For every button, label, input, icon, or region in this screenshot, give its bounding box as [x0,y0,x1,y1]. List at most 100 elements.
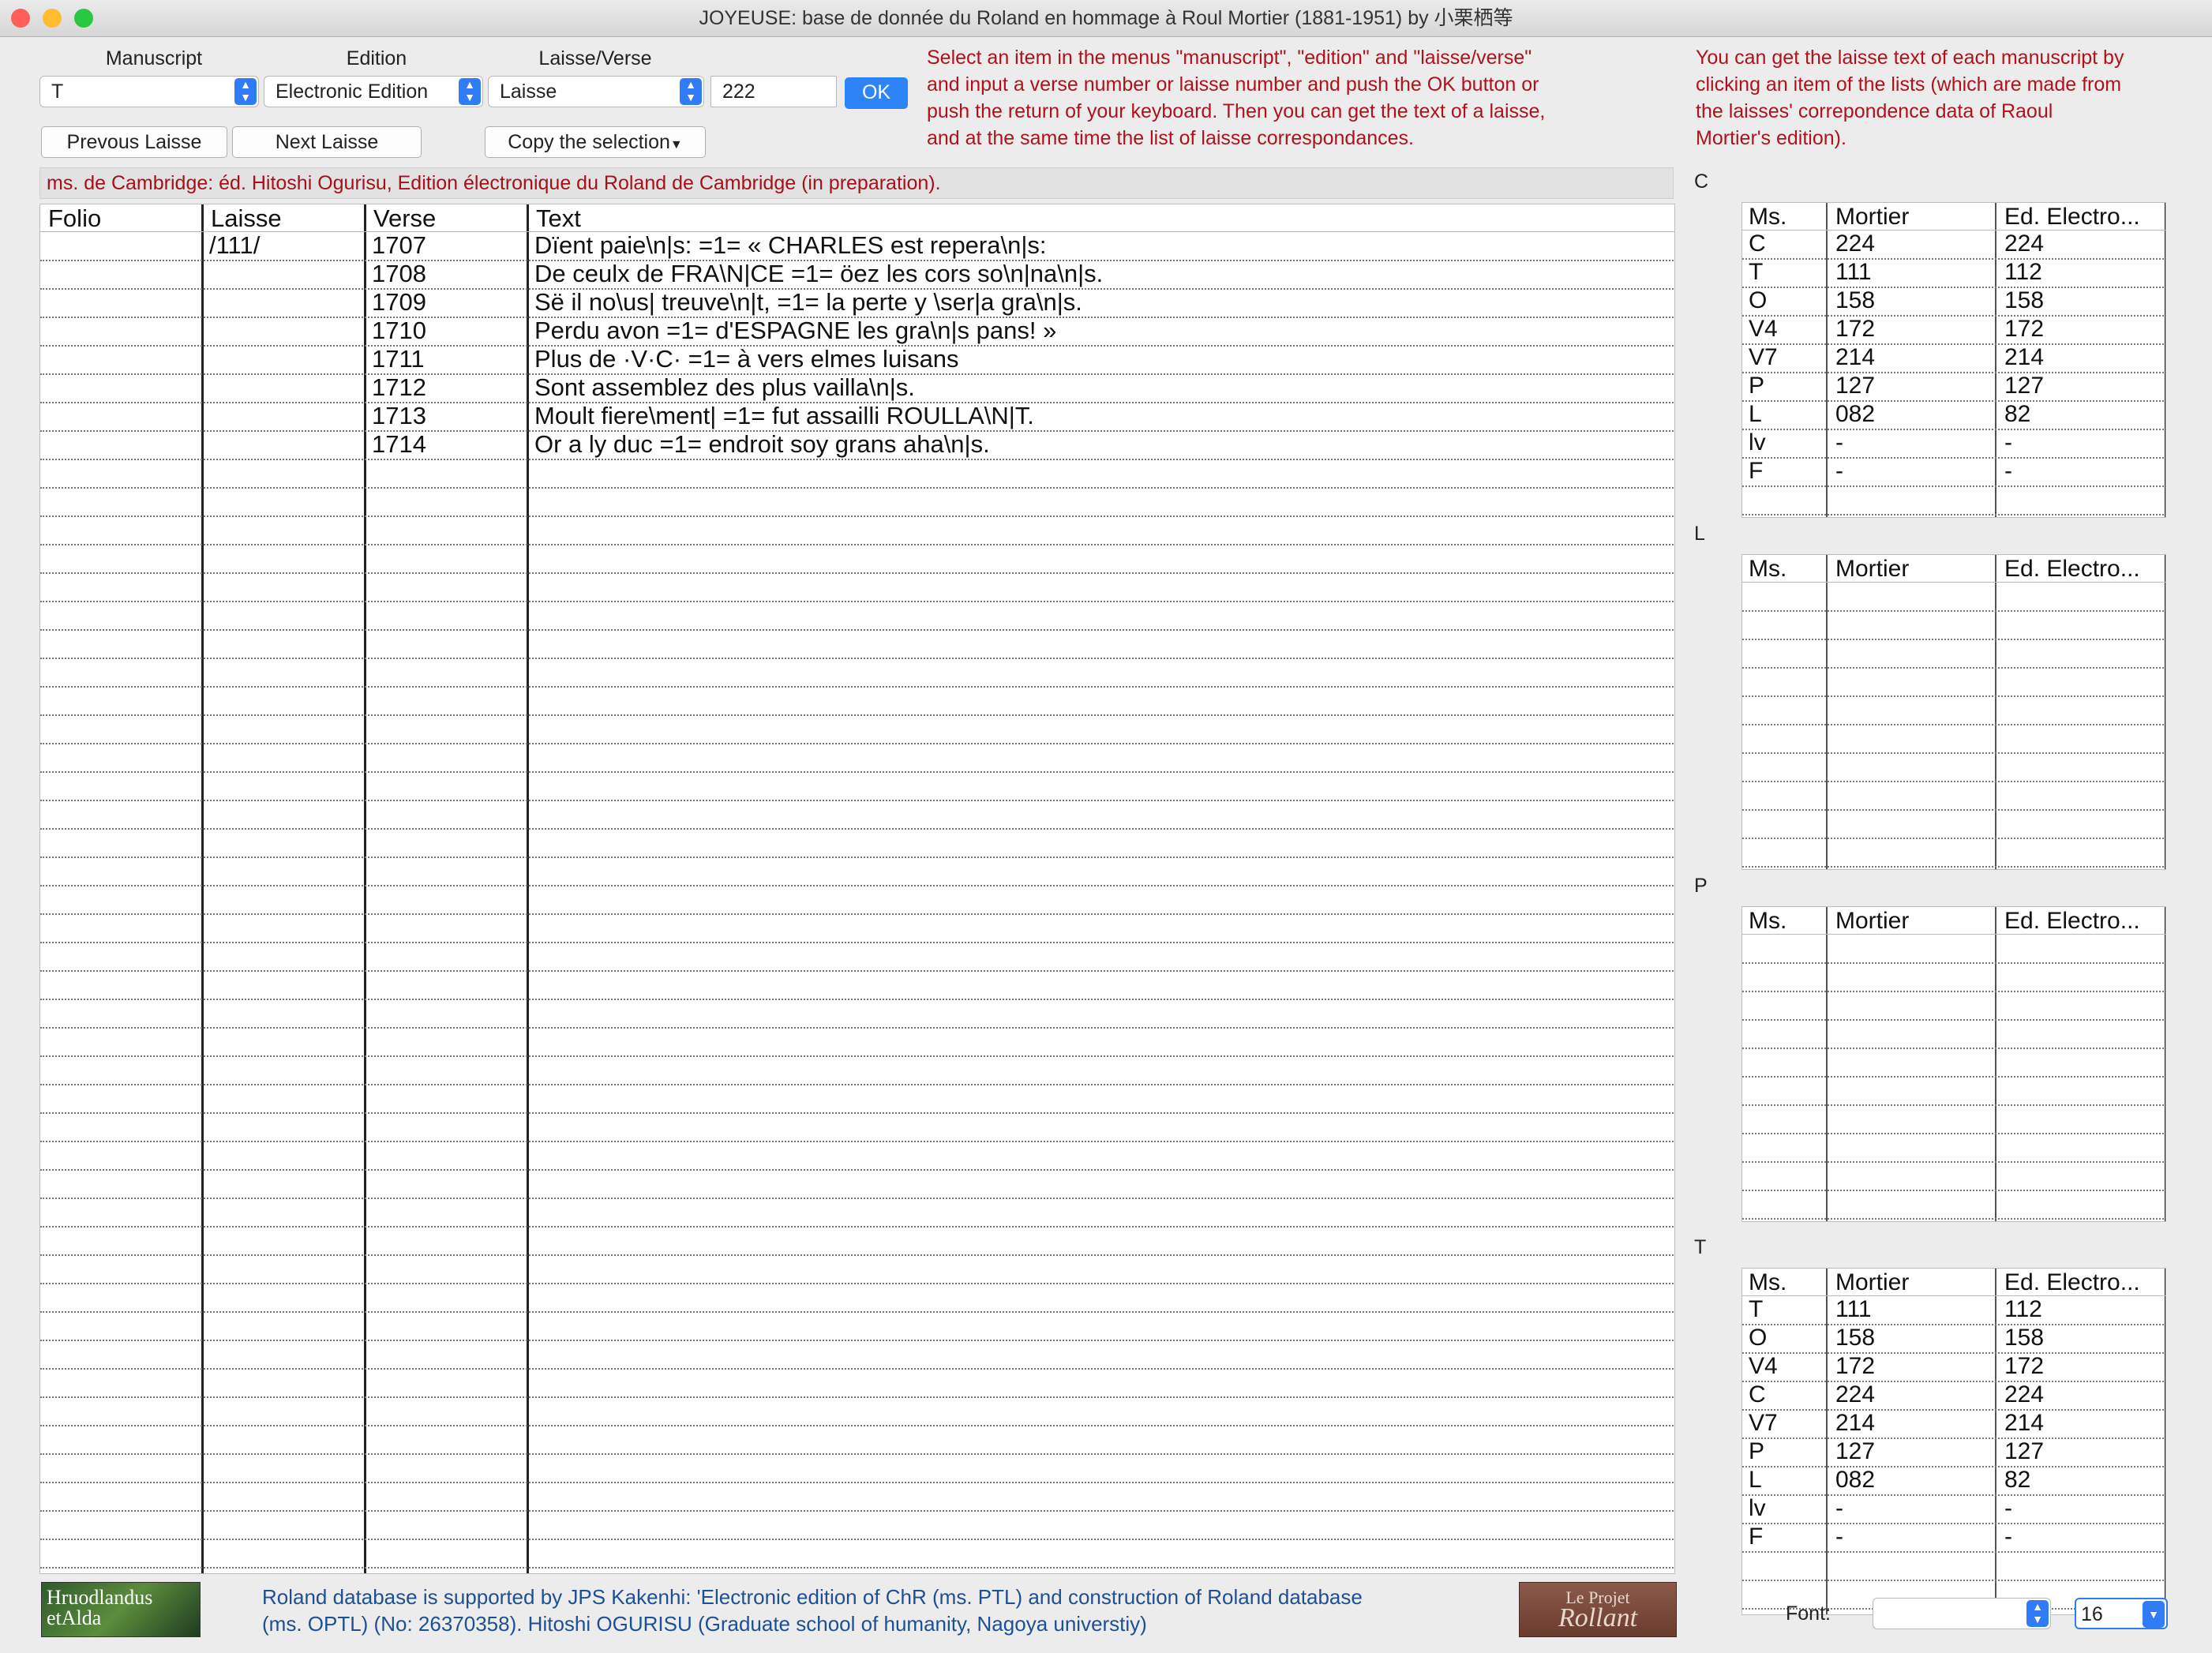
correspondence-table-c[interactable]: Ms. Mortier Ed. Electro... C 224 224 T 111 112 O 1… [1741,202,2166,518]
side-column-header[interactable]: Mortier [1835,555,1909,583]
side-column-header[interactable]: Ed. Electro... [2004,907,2140,935]
table-cell[interactable]: Së il no\us| treuve\n|t, =1= la perte y … [534,288,1671,317]
table-cell[interactable]: Moult fiere\ment| =1= fut assailli ROULL… [534,402,1671,430]
table-cell[interactable]: Perdu avon =1= d'ESPAGNE les gra\n|s pan… [534,317,1671,345]
correspondence-table-p[interactable]: Ms. Mortier Ed. Electro... [1741,906,2166,1222]
side-table-cell[interactable]: 172 [2004,1352,2162,1381]
side-table-cell[interactable]: 127 [1835,1437,1993,1466]
table-cell[interactable]: 1714 [372,430,522,459]
side-table-cell[interactable]: - [1835,457,1993,485]
side-table-cell[interactable]: 112 [2004,258,2162,287]
side-table-cell[interactable]: 214 [2004,343,2162,372]
table-cell[interactable]: Dïent paie\n|s: =1= « CHARLES est repera… [534,231,1671,260]
side-table-cell[interactable]: 224 [1835,230,1993,258]
chevron-down-icon: ▼ [2143,1601,2165,1628]
side-table-cell[interactable]: 111 [1835,258,1993,287]
column-header-verse[interactable]: Verse [373,204,436,233]
side-table-cell[interactable]: - [1835,429,1993,457]
row-rule [40,1169,1674,1171]
side-column-header[interactable]: Ed. Electro... [2004,203,2140,231]
side-column-header[interactable]: Mortier [1835,1269,1909,1297]
column-header-folio[interactable]: Folio [48,204,101,233]
logo-text: Hruodlandus [47,1586,153,1609]
side-table-cell[interactable]: 082 [1835,1466,1993,1494]
row-rule [1742,1161,2165,1163]
edition-select[interactable]: Electronic Edition ▲ ▼ [264,76,483,107]
table-cell[interactable]: Or a ly duc =1= endroit soy grans aha\n|… [534,430,1671,459]
manuscript-select[interactable]: T ▲ ▼ [39,76,259,107]
copy-selection-button[interactable]: Copy the selection▼ [485,126,706,158]
side-column-header[interactable]: Mortier [1835,203,1909,231]
laisse-text-table[interactable]: Folio Laisse Verse Text/111/1707 Dïent paie\… [39,204,1675,1574]
side-table-cell[interactable]: - [2004,1494,2162,1523]
correspondence-table-t[interactable]: Ms. Mortier Ed. Electro... T 111 112 O 158 158 V4… [1741,1268,2166,1615]
column-header-text[interactable]: Text [536,204,581,233]
side-column-header[interactable]: Ms. [1749,555,1786,583]
side-table-cell[interactable]: 172 [1835,1352,1993,1381]
side-table-cell[interactable]: 158 [1835,287,1993,315]
chevron-updown-icon: ▲ ▼ [459,78,481,105]
table-cell[interactable]: De ceulx de FRA\N|CE =1= öez les cors so… [534,260,1671,288]
row-rule [40,856,1674,858]
table-cell[interactable]: 1711 [372,345,522,373]
laisse-verse-select[interactable]: Laisse ▲ ▼ [488,76,704,107]
side-table-cell[interactable]: 158 [1835,1324,1993,1352]
side-table-cell[interactable]: 82 [2004,1466,2162,1494]
next-laisse-button[interactable]: Next Laisse [232,126,422,158]
side-table-cell[interactable]: 082 [1835,400,1993,429]
side-table-cell[interactable]: 158 [2004,1324,2162,1352]
side-table-cell[interactable]: - [2004,1523,2162,1551]
side-table-cell[interactable]: 82 [2004,400,2162,429]
correspondence-table-l[interactable]: Ms. Mortier Ed. Electro... [1741,554,2166,870]
funding-notice: Roland database is supported by JPS Kake… [262,1584,1494,1637]
side-table-cell[interactable]: 224 [1835,1381,1993,1409]
row-rule [1742,1076,2165,1078]
row-rule [40,1198,1674,1199]
side-column-header[interactable]: Ed. Electro... [2004,555,2140,583]
table-cell[interactable]: 1713 [372,402,522,430]
table-cell[interactable]: 1712 [372,373,522,402]
side-table-cell[interactable]: 112 [2004,1295,2162,1324]
side-column-header[interactable]: Mortier [1835,907,1909,935]
font-select[interactable]: ▲ ▼ [1873,1598,2051,1629]
side-table-cell[interactable]: 127 [2004,372,2162,400]
side-table-cell[interactable]: - [1835,1523,1993,1551]
row-rule [1742,838,2165,839]
table-cell[interactable]: 1707 [372,231,522,260]
number-input[interactable]: 222 [710,76,837,107]
side-table-cell[interactable]: 111 [1835,1295,1993,1324]
side-table-cell[interactable]: - [1835,1494,1993,1523]
side-column-header[interactable]: Ms. [1749,907,1786,935]
previous-laisse-button[interactable]: Prevous Laisse [41,126,227,158]
side-table-cell[interactable]: 224 [2004,1381,2162,1409]
chevron-updown-icon: ▲ ▼ [2026,1600,2049,1627]
table-cell[interactable]: 1709 [372,288,522,317]
side-table-cell[interactable]: 214 [1835,343,1993,372]
side-table-cell[interactable]: - [2004,457,2162,485]
side-table-cell[interactable]: 158 [2004,287,2162,315]
side-column-header[interactable]: Ms. [1749,1269,1786,1297]
side-table-cell[interactable]: 172 [1835,315,1993,343]
column-header-laisse[interactable]: Laisse [211,204,282,233]
side-table-cell[interactable]: 214 [2004,1409,2162,1437]
side-column-header[interactable]: Ms. [1749,203,1786,231]
side-table-cell[interactable]: 127 [2004,1437,2162,1466]
row-rule [1742,991,2165,992]
side-column-header[interactable]: Ed. Electro... [2004,1269,2140,1297]
header-rule [1742,934,2165,935]
copy-selection-label: Copy the selection [508,131,670,153]
row-rule [40,1283,1674,1284]
table-cell[interactable]: 1708 [372,260,522,288]
side-table-cell[interactable]: 214 [1835,1409,1993,1437]
table-cell[interactable]: Plus de ·V·C· =1= à vers elmes luisans [534,345,1671,373]
font-size-select[interactable]: 16 ▼ [2075,1598,2168,1629]
side-table-cell[interactable]: 127 [1835,372,1993,400]
table-cell[interactable]: 1710 [372,317,522,345]
side-table-cell[interactable]: - [2004,429,2162,457]
table-cell[interactable]: /111/ [209,231,359,260]
side-table-cell[interactable]: 172 [2004,315,2162,343]
row-rule [1742,695,2165,697]
table-cell[interactable]: Sont assemblez des plus vailla\n|s. [534,373,1671,402]
ok-button[interactable]: OK [845,77,908,109]
side-table-cell[interactable]: 224 [2004,230,2162,258]
